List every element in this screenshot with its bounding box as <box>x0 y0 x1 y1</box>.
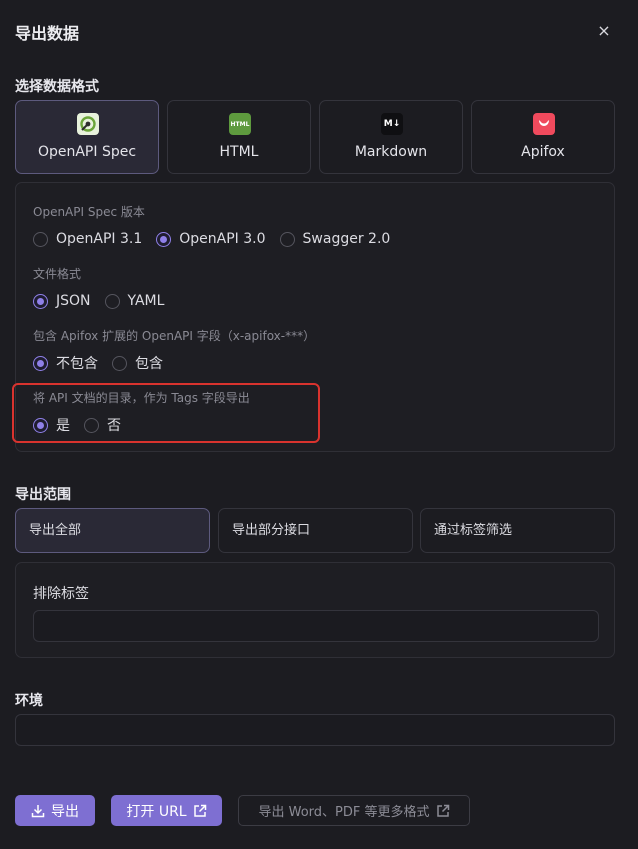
exclude-tags-label: 排除标签 <box>33 586 89 602</box>
scope-options: 导出全部 导出部分接口 通过标签筛选 <box>15 508 615 553</box>
radio-indicator <box>33 417 48 433</box>
radio-label: OpenAPI 3.0 <box>179 231 266 247</box>
radio-label: JSON <box>56 293 91 309</box>
close-icon[interactable]: × <box>593 20 615 42</box>
radio-swagger-2-0[interactable]: Swagger 2.0 <box>279 231 391 247</box>
radio-label: 否 <box>107 418 121 434</box>
openapi-icon <box>77 113 99 135</box>
export-button[interactable]: 导出 <box>15 795 95 826</box>
radio-indicator <box>156 231 172 247</box>
format-card-label: OpenAPI Spec <box>37 144 137 160</box>
download-icon <box>31 804 45 818</box>
scope-section-title: 导出范围 <box>15 487 71 503</box>
format-card-label: Markdown <box>354 144 428 160</box>
radio-indicator <box>104 293 120 309</box>
format-card-openapi[interactable]: OpenAPI Spec <box>15 100 159 174</box>
open-url-button-label: 打开 URL <box>126 803 187 820</box>
more-formats-button-label: 导出 Word、PDF 等更多格式 <box>258 805 430 820</box>
exclude-tags-input[interactable] <box>33 610 599 642</box>
format-card-apifox[interactable]: Apifox <box>471 100 615 174</box>
format-card-markdown[interactable]: M↓ Markdown <box>319 100 463 174</box>
environment-section-title: 环境 <box>15 693 43 709</box>
radio-label: 是 <box>56 418 70 434</box>
radio-indicator <box>112 355 127 371</box>
radio-label: 不包含 <box>56 356 98 372</box>
radio-label: Swagger 2.0 <box>302 231 391 247</box>
radio-openapi-3-0[interactable]: OpenAPI 3.0 <box>156 231 266 247</box>
radio-yaml[interactable]: YAML <box>104 293 165 309</box>
radio-tags-no[interactable]: 否 <box>84 415 121 435</box>
tags-export-label: 将 API 文档的目录，作为 Tags 字段导出 <box>33 391 250 405</box>
scope-export-partial-button[interactable]: 导出部分接口 <box>218 508 413 553</box>
external-link-icon <box>193 804 207 818</box>
markdown-icon: M↓ <box>381 113 403 135</box>
spec-version-radio-group: OpenAPI 3.1 OpenAPI 3.0 Swagger 2.0 <box>33 229 404 249</box>
spec-version-label: OpenAPI Spec 版本 <box>33 205 145 219</box>
radio-tags-yes[interactable]: 是 <box>33 415 70 435</box>
file-format-label: 文件格式 <box>33 267 82 281</box>
openapi-options-panel: OpenAPI Spec 版本 OpenAPI 3.1 OpenAPI 3.0 … <box>15 182 615 452</box>
radio-indicator <box>84 417 99 433</box>
radio-label: YAML <box>127 293 165 309</box>
radio-indicator <box>279 231 295 247</box>
radio-indicator <box>33 231 48 247</box>
dialog-title: 导出数据 <box>15 24 80 43</box>
open-url-button[interactable]: 打开 URL <box>111 795 222 826</box>
format-section-title: 选择数据格式 <box>15 79 99 95</box>
radio-include-extension[interactable]: 包含 <box>112 353 163 373</box>
radio-label: OpenAPI 3.1 <box>56 231 143 247</box>
radio-json[interactable]: JSON <box>33 293 91 309</box>
format-options: OpenAPI Spec HTML HTML M↓ Markdown Apifo… <box>15 100 615 174</box>
external-link-icon <box>436 804 450 818</box>
radio-exclude-extension[interactable]: 不包含 <box>33 353 98 373</box>
export-button-label: 导出 <box>51 803 79 820</box>
file-format-radio-group: JSON YAML <box>33 291 178 311</box>
apifox-icon <box>533 113 555 135</box>
radio-indicator <box>33 355 48 371</box>
radio-openapi-3-1[interactable]: OpenAPI 3.1 <box>33 231 142 247</box>
format-card-label: Apifox <box>521 144 565 160</box>
export-data-dialog: 导出数据 × 选择数据格式 OpenAPI Spec HTML HTML M↓ … <box>0 0 638 849</box>
scope-filter-by-tag-button[interactable]: 通过标签筛选 <box>420 508 615 553</box>
radio-indicator <box>33 293 48 309</box>
html-icon: HTML <box>229 113 251 135</box>
exclude-tags-panel: 排除标签 <box>15 562 615 658</box>
apifox-extension-label: 包含 Apifox 扩展的 OpenAPI 字段（x-apifox-***） <box>33 329 316 343</box>
apifox-extension-radio-group: 不包含 包含 <box>33 353 177 373</box>
tags-export-radio-group: 是 否 <box>33 415 135 435</box>
radio-label: 包含 <box>135 356 163 372</box>
more-formats-button[interactable]: 导出 Word、PDF 等更多格式 <box>238 795 470 826</box>
environment-select[interactable] <box>15 714 615 746</box>
format-card-label: HTML <box>219 144 259 160</box>
scope-export-all-button[interactable]: 导出全部 <box>15 508 210 553</box>
format-card-html[interactable]: HTML HTML <box>167 100 311 174</box>
